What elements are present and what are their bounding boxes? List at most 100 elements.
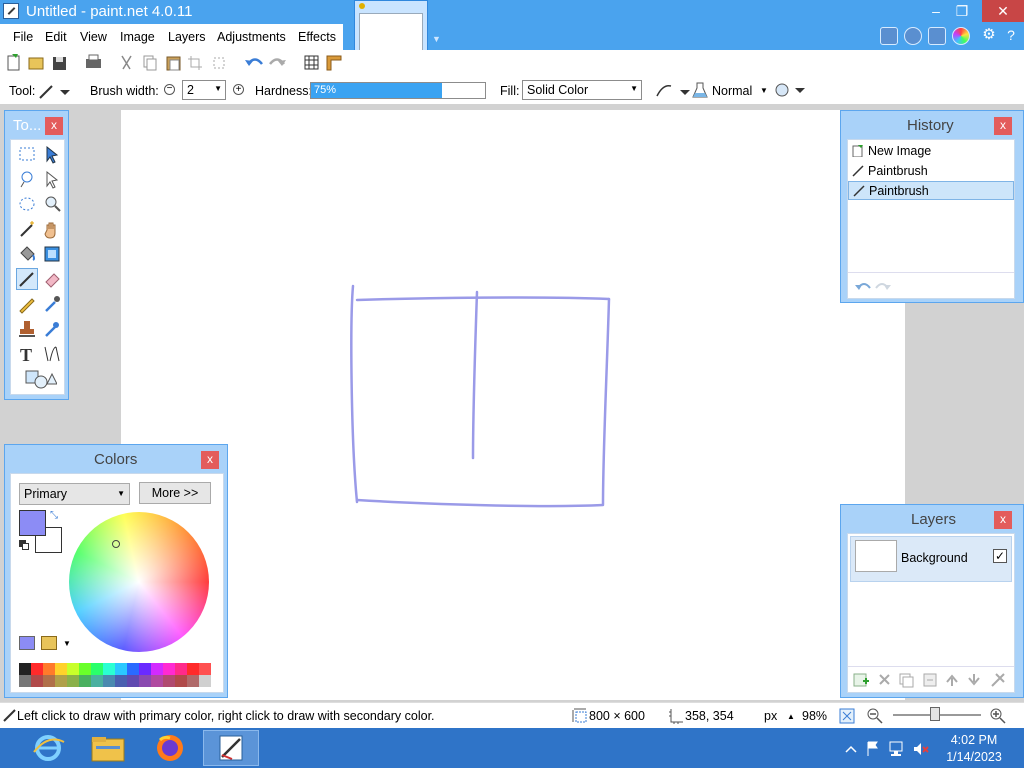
- palette-color-swatch[interactable]: [151, 663, 163, 675]
- eraser-tool-icon[interactable]: [41, 268, 63, 290]
- copy-icon[interactable]: [143, 55, 157, 71]
- menu-edit[interactable]: Edit: [45, 30, 67, 44]
- palette-color-swatch[interactable]: [127, 663, 139, 675]
- palette-color-swatch[interactable]: [187, 675, 199, 687]
- line-curve-tool-icon[interactable]: [41, 343, 63, 365]
- more-colors-button[interactable]: More >>: [139, 482, 211, 504]
- crop-icon[interactable]: [188, 56, 202, 70]
- new-icon[interactable]: [7, 54, 20, 71]
- palette-color-swatch[interactable]: [31, 663, 43, 675]
- palette-color-swatch[interactable]: [31, 675, 43, 687]
- palette-color-swatch[interactable]: [163, 663, 175, 675]
- palette-color-swatch[interactable]: [103, 663, 115, 675]
- ellipse-select-tool-icon[interactable]: [16, 193, 38, 215]
- swap-colors-icon[interactable]: ⤡: [50, 510, 58, 521]
- recolor-tool-icon[interactable]: [41, 318, 63, 340]
- menu-image[interactable]: Image: [120, 30, 155, 44]
- redo-icon[interactable]: [269, 58, 286, 67]
- antialiasing-toggle-icon[interactable]: [654, 82, 694, 100]
- move-selection-tool-icon[interactable]: [41, 168, 63, 190]
- layer-row-background[interactable]: Background ✓: [850, 536, 1012, 582]
- blend-mode-dropdown-icon[interactable]: ▼: [760, 86, 768, 95]
- clone-stamp-tool-icon[interactable]: [16, 318, 38, 340]
- lasso-select-tool-icon[interactable]: [16, 168, 38, 190]
- palette-color-swatch[interactable]: [187, 663, 199, 675]
- palette-color-swatch[interactable]: [175, 663, 187, 675]
- palette-color-swatch[interactable]: [43, 663, 55, 675]
- palette-color-swatch[interactable]: [55, 663, 67, 675]
- merge-layer-down-icon[interactable]: [923, 673, 937, 687]
- firefox-icon[interactable]: [142, 730, 198, 766]
- cut-icon[interactable]: [121, 55, 132, 70]
- palette-color-swatch[interactable]: [175, 675, 187, 687]
- colors-panel-close-button[interactable]: x: [201, 451, 219, 469]
- brush-width-increase-icon[interactable]: +: [233, 84, 244, 95]
- pencil-tool-icon[interactable]: [16, 293, 38, 315]
- history-panel-close-button[interactable]: x: [994, 117, 1012, 135]
- image-list-dropdown-icon[interactable]: ▼: [432, 34, 441, 44]
- paintbrush-tool-icon[interactable]: [16, 268, 38, 290]
- menu-adjustments[interactable]: Adjustments: [217, 30, 286, 44]
- palette-color-swatch[interactable]: [55, 675, 67, 687]
- palette-color-swatch[interactable]: [139, 675, 151, 687]
- menu-view[interactable]: View: [80, 30, 107, 44]
- add-layer-icon[interactable]: [853, 673, 869, 687]
- undo-icon[interactable]: [245, 58, 263, 67]
- delete-layer-icon[interactable]: [879, 674, 890, 685]
- tools-window-icon[interactable]: [880, 27, 898, 45]
- reset-colors-icon[interactable]: [19, 540, 29, 550]
- color-mode-select[interactable]: Primary ▼: [19, 483, 130, 505]
- palette-color-swatch[interactable]: [115, 663, 127, 675]
- tools-panel-close-button[interactable]: x: [45, 117, 63, 135]
- selection-mode-icon[interactable]: [773, 82, 807, 100]
- grid-icon[interactable]: [304, 55, 319, 70]
- zoom-in-icon[interactable]: [989, 707, 1007, 725]
- rectangle-select-tool-icon[interactable]: [16, 143, 38, 165]
- colors-window-icon[interactable]: [952, 27, 970, 45]
- blend-mode-value[interactable]: Normal: [712, 84, 752, 98]
- gradient-tool-icon[interactable]: [41, 243, 63, 265]
- clock-time[interactable]: 4:02 PM: [946, 733, 1002, 747]
- primary-color-swatch[interactable]: [19, 510, 46, 536]
- settings-gear-icon[interactable]: ⚙: [980, 27, 998, 45]
- paste-icon[interactable]: [166, 56, 181, 71]
- fill-mode-select[interactable]: Solid Color ▼: [522, 80, 642, 100]
- brush-width-select[interactable]: 2 ▼: [182, 80, 226, 100]
- units-dropdown-icon[interactable]: ▲: [787, 712, 795, 721]
- pan-tool-icon[interactable]: [41, 218, 63, 240]
- save-icon[interactable]: [53, 57, 66, 70]
- internet-explorer-icon[interactable]: [20, 730, 76, 766]
- layers-panel-close-button[interactable]: x: [994, 511, 1012, 529]
- show-hidden-icons-icon[interactable]: [845, 745, 857, 753]
- menu-layers[interactable]: Layers: [168, 30, 206, 44]
- move-layer-up-icon[interactable]: [946, 674, 958, 686]
- magic-wand-tool-icon[interactable]: [16, 218, 38, 240]
- hardness-slider[interactable]: 75%: [310, 82, 486, 99]
- palette-color-swatch[interactable]: [79, 663, 91, 675]
- palette-color-swatch[interactable]: [163, 675, 175, 687]
- move-selected-pixels-tool-icon[interactable]: [41, 143, 63, 165]
- color-wheel-marker[interactable]: [112, 540, 120, 548]
- palette-color-swatch[interactable]: [19, 663, 31, 675]
- paint-bucket-tool-icon[interactable]: [16, 243, 38, 265]
- palette-color-swatch[interactable]: [103, 675, 115, 687]
- layer-visibility-checkbox[interactable]: ✓: [993, 549, 1007, 563]
- palette-color-swatch[interactable]: [91, 675, 103, 687]
- file-explorer-icon[interactable]: [80, 730, 136, 766]
- help-icon[interactable]: ?: [1002, 27, 1020, 45]
- palette-color-swatch[interactable]: [67, 675, 79, 687]
- zoom-level[interactable]: 98%: [802, 709, 827, 723]
- clock-date[interactable]: 1/14/2023: [946, 750, 1002, 764]
- palette-color-swatch[interactable]: [151, 675, 163, 687]
- history-item-paintbrush[interactable]: Paintbrush: [848, 162, 1014, 181]
- history-redo-icon[interactable]: [875, 283, 891, 290]
- palette-dropdown-icon[interactable]: ▼: [63, 639, 71, 648]
- restore-button[interactable]: ❐: [948, 0, 976, 22]
- zoom-out-icon[interactable]: [866, 707, 884, 725]
- duplicate-layer-icon[interactable]: [899, 673, 914, 688]
- open-icon[interactable]: [28, 57, 44, 70]
- current-tool-paintbrush-icon[interactable]: [38, 82, 72, 100]
- palette-color-swatch[interactable]: [43, 675, 55, 687]
- volume-muted-icon[interactable]: [914, 743, 929, 755]
- palette-color-swatch[interactable]: [139, 663, 151, 675]
